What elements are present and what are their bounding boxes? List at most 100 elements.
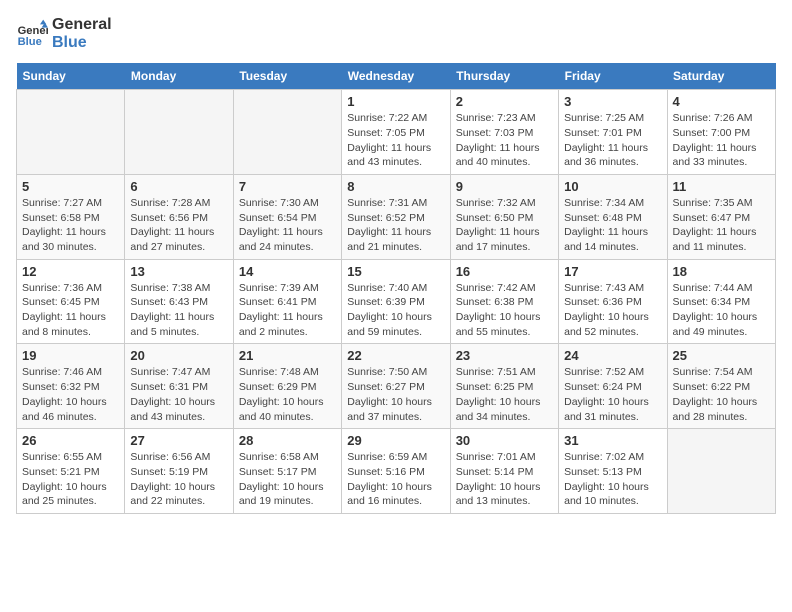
calendar-cell [667,429,775,514]
calendar-week-1: 1 Sunrise: 7:22 AM Sunset: 7:05 PM Daylig… [17,90,776,175]
day-number: 21 [239,348,336,363]
calendar-cell: 18Sunrise: 7:44 AM Sunset: 6:34 PM Dayli… [667,259,775,344]
day-number: 24 [564,348,661,363]
day-number: 26 [22,433,119,448]
day-info: Sunrise: 7:42 AM Sunset: 6:38 PM Dayligh… [456,281,553,340]
logo-icon: General Blue [16,18,48,50]
calendar-cell: 17 Sunrise: 7:43 AM Sunset: 6:36 PM Dayli… [559,259,667,344]
day-number: 28 [239,433,336,448]
day-info: Sunrise: 7:31 AM Sunset: 6:52 PM Dayligh… [347,196,444,255]
page-header: General Blue General Blue [16,16,776,51]
weekday-header-thursday: Thursday [450,63,558,90]
calendar-cell: 9Sunrise: 7:32 AM Sunset: 6:50 PM Daylig… [450,174,558,259]
day-info: Sunrise: 7:50 AM Sunset: 6:27 PM Dayligh… [347,365,444,424]
day-number: 17 [564,264,661,279]
day-info: Sunrise: 7:52 AM Sunset: 6:24 PM Dayligh… [564,365,661,424]
calendar-cell: 25 Sunrise: 7:54 AM Sunset: 6:22 PM Dayli… [667,344,775,429]
calendar-cell: 4Sunrise: 7:26 AM Sunset: 7:00 PM Daylig… [667,90,775,175]
calendar-cell: 2 Sunrise: 7:23 AM Sunset: 7:03 PM Daylig… [450,90,558,175]
svg-text:Blue: Blue [18,36,42,48]
calendar-cell: 19 Sunrise: 7:46 AM Sunset: 6:32 PM Dayli… [17,344,125,429]
calendar-cell [233,90,341,175]
day-number: 20 [130,348,227,363]
calendar-cell: 7Sunrise: 7:30 AM Sunset: 6:54 PM Daylig… [233,174,341,259]
day-info: Sunrise: 7:43 AM Sunset: 6:36 PM Dayligh… [564,281,661,340]
day-number: 16 [456,264,553,279]
day-number: 11 [673,179,770,194]
calendar-cell: 14 Sunrise: 7:39 AM Sunset: 6:41 PM Dayli… [233,259,341,344]
calendar-cell: 20 Sunrise: 7:47 AM Sunset: 6:31 PM Dayli… [125,344,233,429]
day-number: 5 [22,179,119,194]
calendar-cell: 31Sunrise: 7:02 AM Sunset: 5:13 PM Dayli… [559,429,667,514]
calendar-cell: 22 Sunrise: 7:50 AM Sunset: 6:27 PM Dayli… [342,344,450,429]
day-info: Sunrise: 7:36 AM Sunset: 6:45 PM Dayligh… [22,281,119,340]
day-info: Sunrise: 7:25 AM Sunset: 7:01 PM Dayligh… [564,111,661,170]
calendar-cell: 21 Sunrise: 7:48 AM Sunset: 6:29 PM Dayli… [233,344,341,429]
day-number: 18 [673,264,770,279]
day-info: Sunrise: 6:55 AM Sunset: 5:21 PM Dayligh… [22,450,119,509]
calendar-cell: 15 Sunrise: 7:40 AM Sunset: 6:39 PM Dayli… [342,259,450,344]
day-info: Sunrise: 7:30 AM Sunset: 6:54 PM Dayligh… [239,196,336,255]
weekday-header-tuesday: Tuesday [233,63,341,90]
day-info: Sunrise: 7:27 AM Sunset: 6:58 PM Dayligh… [22,196,119,255]
day-info: Sunrise: 7:22 AM Sunset: 7:05 PM Dayligh… [347,111,444,170]
day-info: Sunrise: 7:28 AM Sunset: 6:56 PM Dayligh… [130,196,227,255]
day-number: 12 [22,264,119,279]
day-number: 31 [564,433,661,448]
day-info: Sunrise: 7:38 AM Sunset: 6:43 PM Dayligh… [130,281,227,340]
day-info: Sunrise: 6:56 AM Sunset: 5:19 PM Dayligh… [130,450,227,509]
day-number: 13 [130,264,227,279]
calendar-cell: 3 Sunrise: 7:25 AM Sunset: 7:01 PM Daylig… [559,90,667,175]
calendar-body: 1 Sunrise: 7:22 AM Sunset: 7:05 PM Daylig… [17,90,776,514]
day-number: 23 [456,348,553,363]
day-info: Sunrise: 7:23 AM Sunset: 7:03 PM Dayligh… [456,111,553,170]
day-info: Sunrise: 7:40 AM Sunset: 6:39 PM Dayligh… [347,281,444,340]
day-info: Sunrise: 7:48 AM Sunset: 6:29 PM Dayligh… [239,365,336,424]
day-info: Sunrise: 7:26 AM Sunset: 7:00 PM Dayligh… [673,111,770,170]
calendar-header: SundayMondayTuesdayWednesdayThursdayFrid… [17,63,776,90]
day-number: 25 [673,348,770,363]
calendar-cell: 29Sunrise: 6:59 AM Sunset: 5:16 PM Dayli… [342,429,450,514]
day-info: Sunrise: 7:51 AM Sunset: 6:25 PM Dayligh… [456,365,553,424]
weekday-header-friday: Friday [559,63,667,90]
day-number: 3 [564,94,661,109]
weekday-header-sunday: Sunday [17,63,125,90]
weekday-header-row: SundayMondayTuesdayWednesdayThursdayFrid… [17,63,776,90]
day-number: 15 [347,264,444,279]
weekday-header-monday: Monday [125,63,233,90]
calendar-cell: 16 Sunrise: 7:42 AM Sunset: 6:38 PM Dayli… [450,259,558,344]
weekday-header-wednesday: Wednesday [342,63,450,90]
day-number: 19 [22,348,119,363]
calendar-cell: 26 Sunrise: 6:55 AM Sunset: 5:21 PM Dayli… [17,429,125,514]
calendar-cell: 28 Sunrise: 6:58 AM Sunset: 5:17 PM Dayli… [233,429,341,514]
day-number: 14 [239,264,336,279]
calendar-cell: 12 Sunrise: 7:36 AM Sunset: 6:45 PM Dayli… [17,259,125,344]
day-info: Sunrise: 6:58 AM Sunset: 5:17 PM Dayligh… [239,450,336,509]
day-info: Sunrise: 7:54 AM Sunset: 6:22 PM Dayligh… [673,365,770,424]
day-number: 9 [456,179,553,194]
day-info: Sunrise: 7:35 AM Sunset: 6:47 PM Dayligh… [673,196,770,255]
day-info: Sunrise: 7:46 AM Sunset: 6:32 PM Dayligh… [22,365,119,424]
calendar-cell: 1 Sunrise: 7:22 AM Sunset: 7:05 PM Daylig… [342,90,450,175]
calendar-cell: 11 Sunrise: 7:35 AM Sunset: 6:47 PM Dayli… [667,174,775,259]
day-info: Sunrise: 7:34 AM Sunset: 6:48 PM Dayligh… [564,196,661,255]
logo-blue: Blue [52,34,112,52]
day-number: 27 [130,433,227,448]
calendar-cell: 8 Sunrise: 7:31 AM Sunset: 6:52 PM Daylig… [342,174,450,259]
logo: General Blue General Blue [16,16,112,51]
day-number: 2 [456,94,553,109]
day-info: Sunrise: 6:59 AM Sunset: 5:16 PM Dayligh… [347,450,444,509]
day-number: 6 [130,179,227,194]
day-info: Sunrise: 7:39 AM Sunset: 6:41 PM Dayligh… [239,281,336,340]
day-number: 22 [347,348,444,363]
logo-general: General [52,16,112,34]
weekday-header-saturday: Saturday [667,63,775,90]
day-number: 10 [564,179,661,194]
calendar-cell: 6 Sunrise: 7:28 AM Sunset: 6:56 PM Daylig… [125,174,233,259]
calendar-cell [17,90,125,175]
day-number: 8 [347,179,444,194]
calendar-cell [125,90,233,175]
day-info: Sunrise: 7:47 AM Sunset: 6:31 PM Dayligh… [130,365,227,424]
day-number: 1 [347,94,444,109]
calendar-cell: 30Sunrise: 7:01 AM Sunset: 5:14 PM Dayli… [450,429,558,514]
